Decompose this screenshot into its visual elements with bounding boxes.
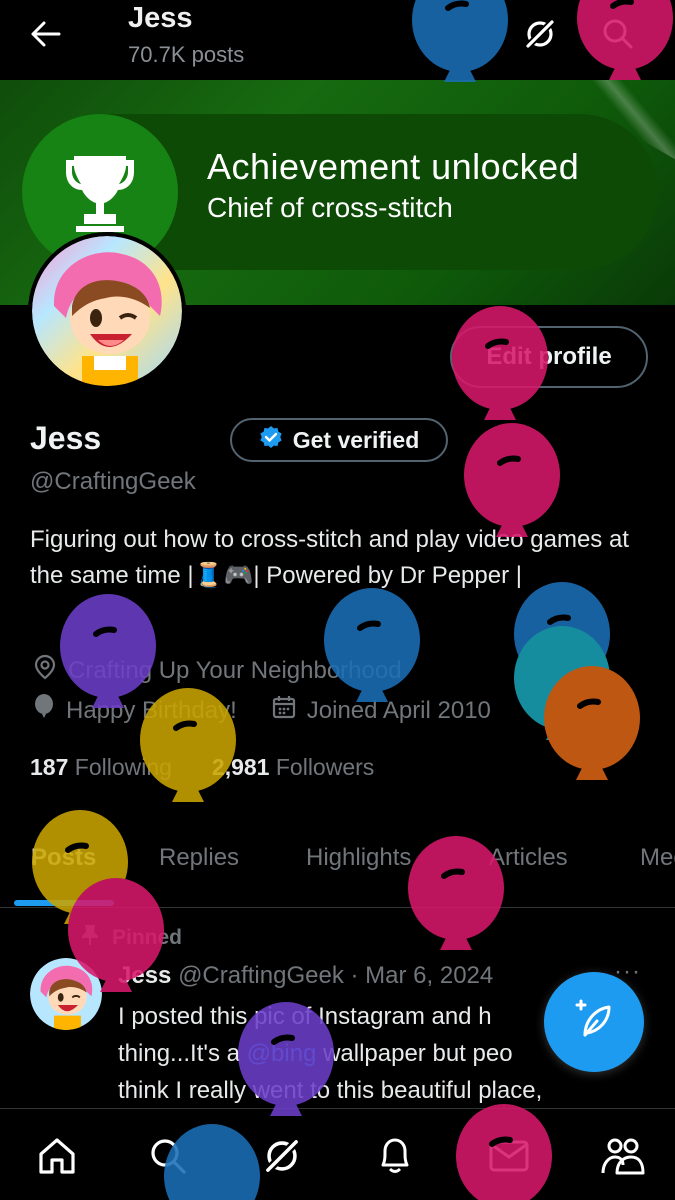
birthday-text: Happy Birthday!: [66, 696, 237, 724]
achievement-title: Achievement unlocked: [207, 146, 580, 187]
search-icon[interactable]: [596, 12, 640, 56]
location-pin-icon: [32, 654, 58, 687]
get-verified-button[interactable]: Get verified: [230, 418, 448, 462]
verified-badge-icon: [259, 425, 283, 455]
header-name: Jess: [128, 2, 193, 34]
grok-icon[interactable]: [518, 12, 562, 56]
tab-highlights[interactable]: Highlights: [306, 844, 411, 872]
post-line-2-end: wallpaper but peo: [316, 1040, 513, 1067]
following-count: 187: [30, 754, 69, 780]
get-verified-label: Get verified: [292, 426, 420, 453]
location-row: Crafting Up Your Neighborhood: [32, 654, 402, 687]
post-header: Jess @CraftingGeek · Mar 6, 2024: [118, 962, 493, 990]
mention-link[interactable]: @bing: [247, 1040, 317, 1067]
pinned-indicator: Pinned: [80, 924, 182, 952]
edit-profile-button[interactable]: Edit profile: [450, 326, 648, 388]
post-line-2-start: thing...It's a: [118, 1040, 247, 1067]
communities-icon[interactable]: [598, 1131, 648, 1181]
profile-tabs: Posts Replies Highlights Articles Media: [0, 836, 675, 908]
profile-avatar[interactable]: [28, 232, 186, 390]
home-icon[interactable]: [32, 1131, 82, 1181]
messages-icon[interactable]: [484, 1131, 534, 1181]
active-tab-indicator: [14, 900, 114, 906]
followers-label: Followers: [275, 754, 375, 780]
top-bar: Jess 70.7K posts: [0, 0, 675, 80]
followers-count: 2,981: [211, 754, 270, 780]
dates-row: Happy Birthday! Joined April 2010: [32, 694, 491, 727]
post-line-3: think I really went to this beautiful pl…: [118, 1077, 543, 1104]
profile-bio: Figuring out how to cross-stitch and pla…: [30, 526, 629, 589]
pin-icon: [80, 924, 100, 952]
post-author-name[interactable]: Jess: [118, 962, 171, 989]
post-avatar[interactable]: [30, 958, 102, 1030]
header-post-count: 70.7K posts: [128, 42, 245, 67]
follow-stats: 187 Following 2,981 Followers: [30, 754, 374, 781]
achievement-subtitle: Chief of cross-stitch: [207, 192, 453, 223]
location-text: Crafting Up Your Neighborhood: [68, 656, 402, 684]
search-icon[interactable]: [143, 1131, 193, 1181]
following-link[interactable]: 187 Following: [30, 754, 172, 781]
tab-replies[interactable]: Replies: [159, 844, 239, 872]
profile-page: Achievement unlocked Chief of cross-stit…: [0, 0, 675, 1200]
display-name: Jess: [30, 420, 102, 456]
followers-link[interactable]: 2,981 Followers: [212, 754, 374, 781]
back-arrow-icon[interactable]: [22, 12, 70, 56]
notifications-icon[interactable]: [370, 1131, 420, 1181]
tab-articles[interactable]: Articles: [489, 844, 568, 872]
compose-post-icon: [571, 997, 617, 1048]
post-separator: ·: [350, 962, 359, 989]
tab-media[interactable]: Media: [640, 844, 675, 872]
profile-handle: @CraftingGeek: [30, 468, 196, 495]
tab-posts[interactable]: Posts: [31, 844, 96, 872]
balloon-birthday-icon: [32, 694, 56, 727]
calendar-icon: [271, 694, 297, 727]
pinned-label: Pinned: [112, 926, 183, 949]
post-author-handle[interactable]: @CraftingGeek: [178, 962, 344, 989]
compose-post-button[interactable]: [544, 972, 644, 1072]
grok-icon[interactable]: [257, 1131, 307, 1181]
joined-text: Joined April 2010: [306, 696, 491, 724]
post-date[interactable]: Mar 6, 2024: [365, 962, 493, 989]
bottom-navigation: [0, 1108, 675, 1200]
following-label: Following: [74, 754, 172, 780]
